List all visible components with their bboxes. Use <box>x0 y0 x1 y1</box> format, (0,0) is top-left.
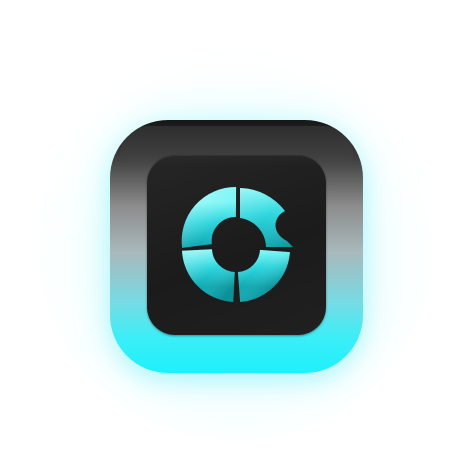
canvas <box>0 0 473 473</box>
segmented-ring-logo-icon <box>181 186 293 302</box>
app-icon-frame[interactable] <box>110 120 363 373</box>
app-icon-tile <box>147 155 326 335</box>
